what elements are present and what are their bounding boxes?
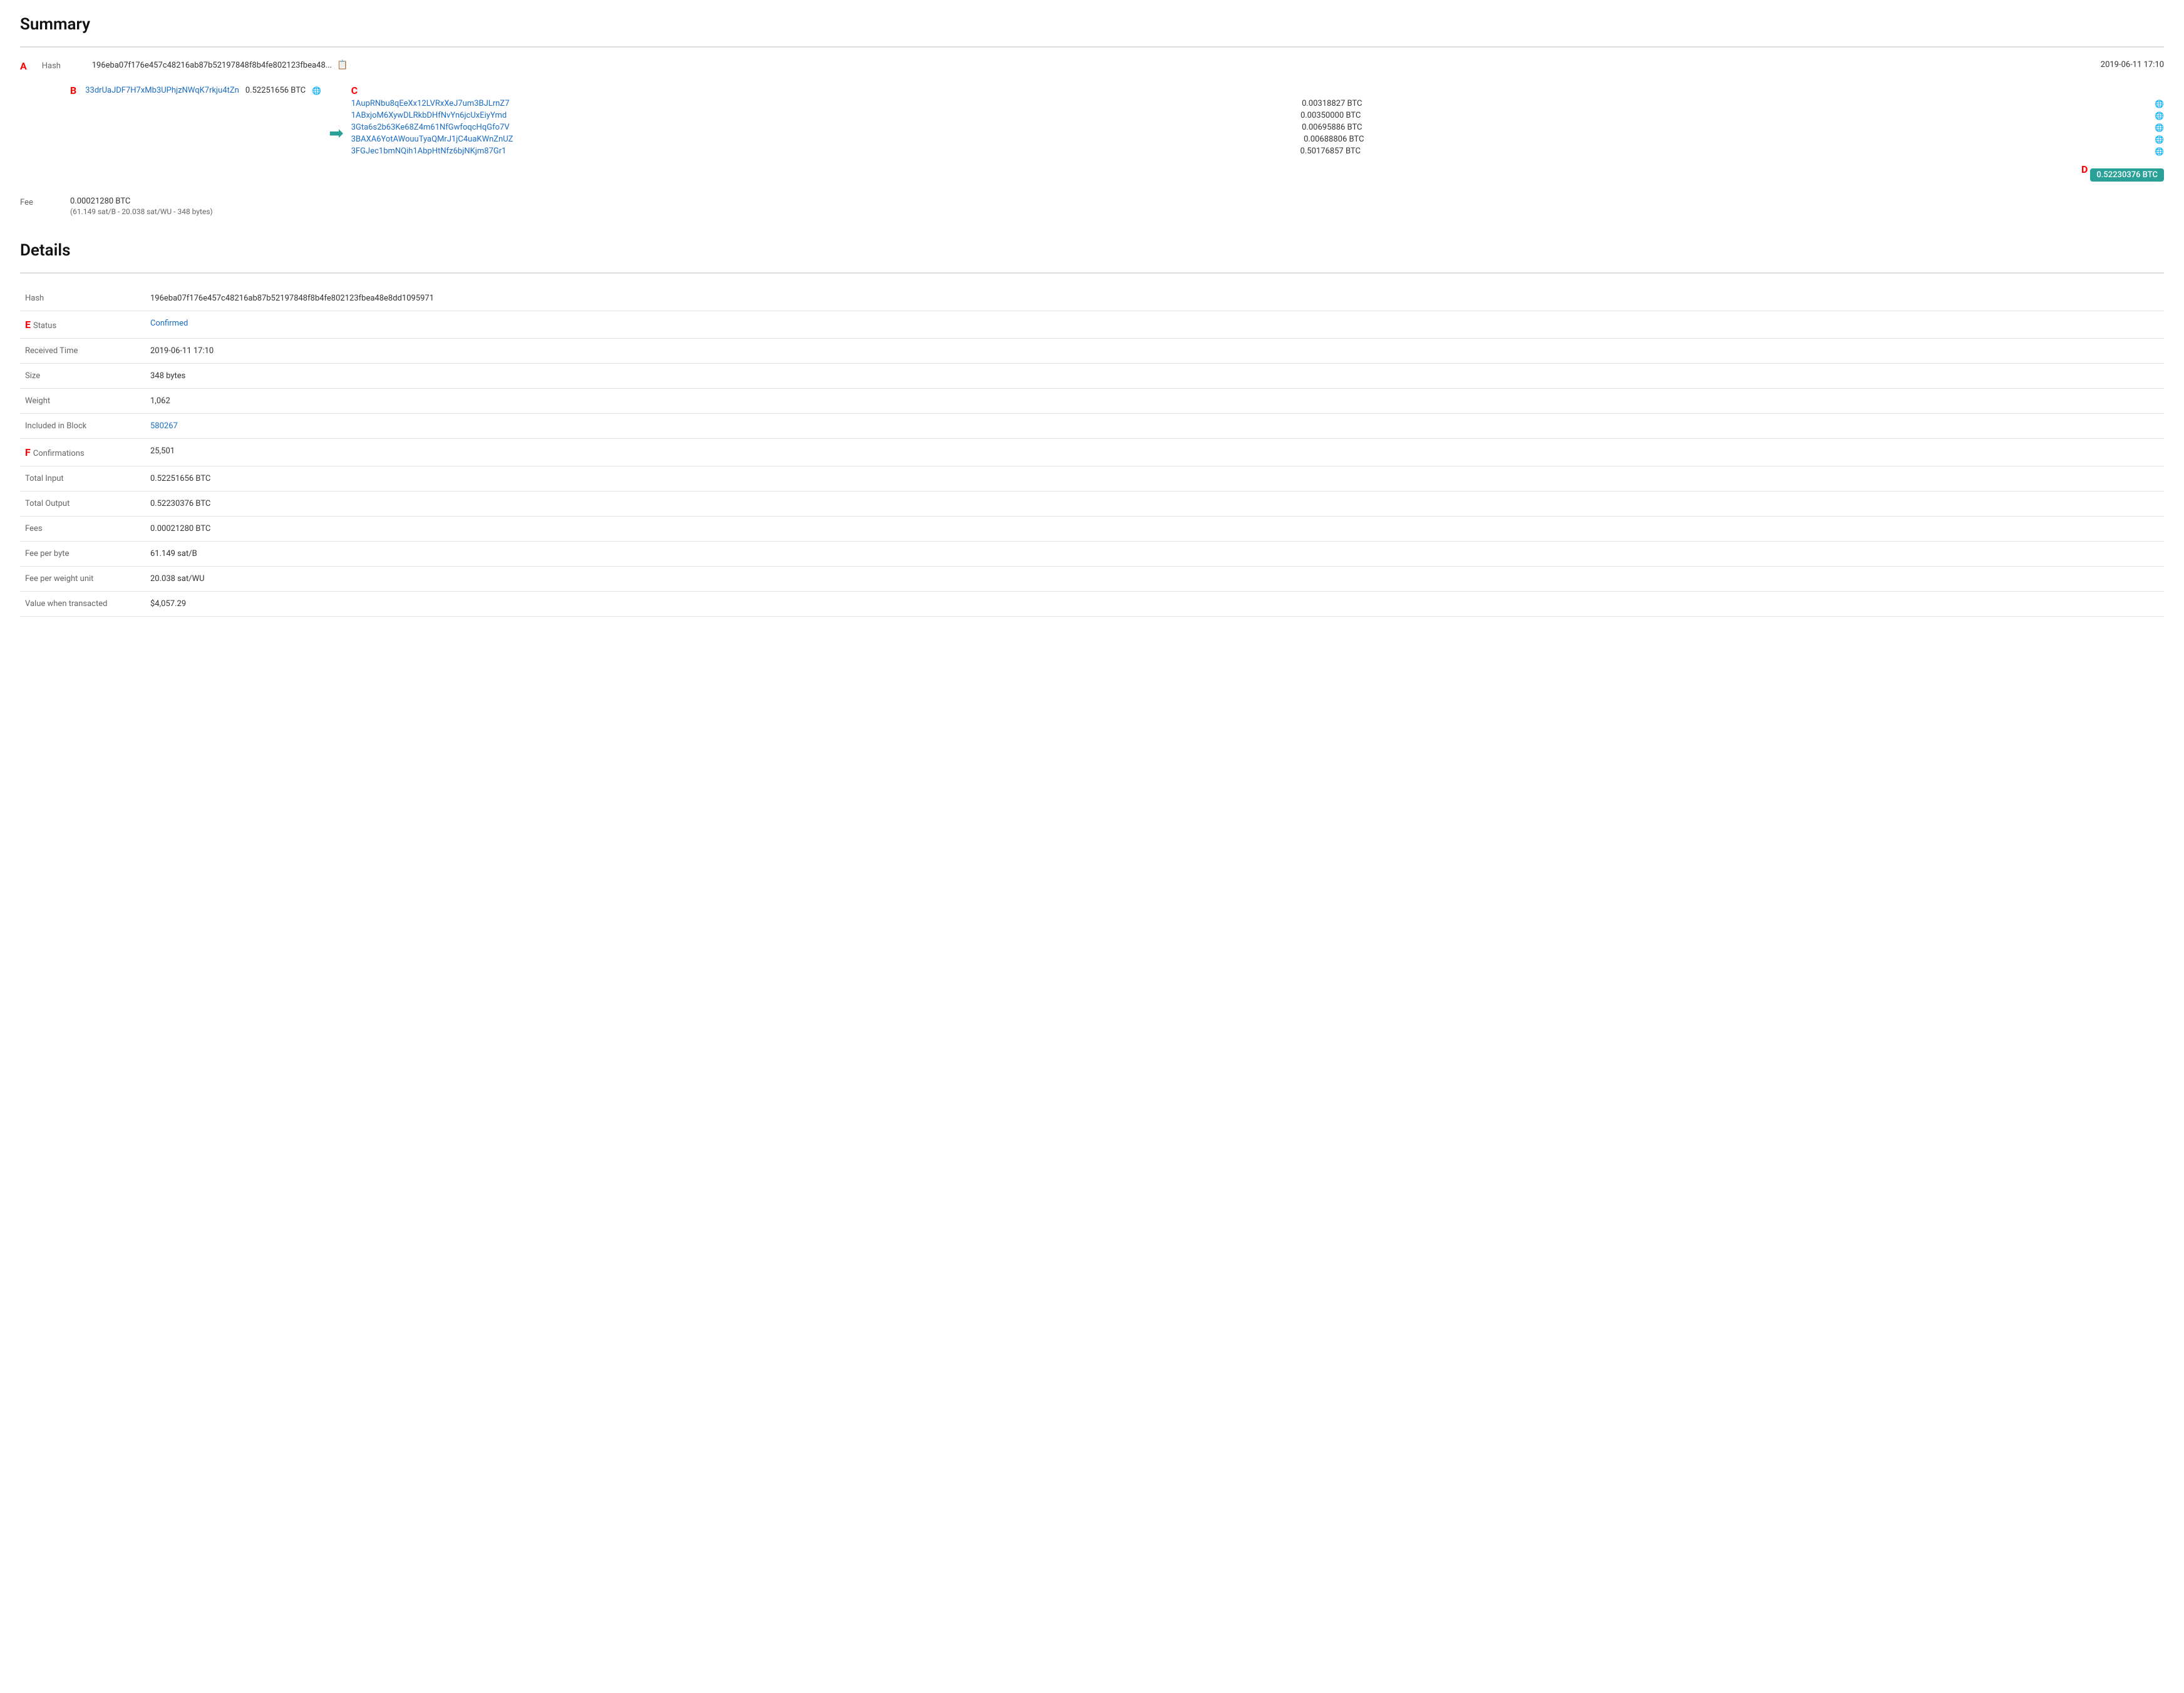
output-address-2[interactable]: 3Gta6s2b63Ke68Z4m61NfGwfoqcHqGfo7V [351,123,510,132]
detail-label-6: FConfirmations [20,439,145,466]
arrow-icon: ➡ [329,125,343,142]
detail-value-8: 0.52230376 BTC [145,491,2164,517]
details-row-7: Total Input0.52251656 BTC [20,466,2164,491]
output-row-3: 3BAXA6YotAWouuTyaQMrJ1jC4uaKWnZnUZ 0.006… [351,135,2164,144]
details-divider [20,272,2164,274]
details-row-9: Fees0.00021280 BTC [20,517,2164,542]
details-row-11: Fee per weight unit20.038 sat/WU [20,567,2164,592]
hash-row: A Hash 196eba07f176e457c48216ab87b521978… [20,60,2164,72]
fee-label: Fee [20,197,58,207]
fee-main: 0.00021280 BTC [70,197,213,206]
label-c: C [351,85,2161,96]
globe-icon-input: 🌐 [312,86,321,95]
fee-row: Fee 0.00021280 BTC (61.149 sat/B - 20.03… [20,197,2164,216]
label-a: A [20,60,27,72]
detail-value-1: Confirmed [145,311,2164,339]
label-b: B [70,85,76,96]
detail-value-9: 0.00021280 BTC [145,517,2164,542]
detail-label-7: Total Input [20,466,145,491]
summary-section: Summary A Hash 196eba07f176e457c48216ab8… [20,15,2164,216]
output-address-0[interactable]: 1AupRNbu8qEeXx12LVRxXeJ7um3BJLrnZ7 [351,99,510,108]
tx-input-row: B 33drUaJDF7H7xMb3UPhjzNWqK7rkju4tZn 0.5… [70,85,321,96]
details-table: Hash196eba07f176e457c48216ab87b52197848f… [20,286,2164,617]
globe-icon-0: 🌐 [2155,100,2164,108]
detail-label-2: Received Time [20,339,145,364]
output-row-1: 1ABxjoM6XywDLRkbDHfNvYn6jcUxEiyYmd 0.003… [351,111,2164,120]
detail-label-11: Fee per weight unit [20,567,145,592]
input-address-link[interactable]: 33drUaJDF7H7xMb3UPhjzNWqK7rkju4tZn [85,86,239,95]
globe-icon-4: 🌐 [2155,147,2164,156]
hash-label: Hash [42,60,80,71]
output-row-0: 1AupRNbu8qEeXx12LVRxXeJ7um3BJLrnZ7 0.003… [351,99,2164,108]
hash-short-text: 196eba07f176e457c48216ab87b52197848f8b4f… [92,61,332,70]
output-address-3[interactable]: 3BAXA6YotAWouuTyaQMrJ1jC4uaKWnZnUZ [351,135,513,144]
detail-value-6: 25,501 [145,439,2164,466]
globe-icon-3: 🌐 [2155,135,2164,144]
tx-inputs: B 33drUaJDF7H7xMb3UPhjzNWqK7rkju4tZn 0.5… [70,85,321,96]
detail-value-12: $4,057.29 [145,592,2164,617]
detail-value-7: 0.52251656 BTC [145,466,2164,491]
label-f: F [25,446,31,458]
detail-label-10: Fee per byte [20,542,145,567]
detail-value-5[interactable]: 580267 [145,414,2164,439]
details-section: Details Hash196eba07f176e457c48216ab87b5… [20,241,2164,617]
detail-value-4: 1,062 [145,389,2164,414]
detail-label-1: EStatus [20,311,145,339]
details-row-8: Total Output0.52230376 BTC [20,491,2164,517]
hash-display: 196eba07f176e457c48216ab87b52197848f8b4f… [92,60,2088,70]
details-row-10: Fee per byte61.149 sat/B [20,542,2164,567]
detail-label-0: Hash [20,286,145,311]
output-address-4[interactable]: 3FGJec1bmNQih1AbpHtNfz6bjNKjm87Gr1 [351,147,507,156]
detail-value-11: 20.038 sat/WU [145,567,2164,592]
summary-divider [20,46,2164,48]
output-row-2: 3Gta6s2b63Ke68Z4m61NfGwfoqcHqGfo7V 0.006… [351,123,2164,132]
detail-label-4: Weight [20,389,145,414]
details-row-5: Included in Block 580267 [20,414,2164,439]
tx-flow: B 33drUaJDF7H7xMb3UPhjzNWqK7rkju4tZn 0.5… [70,85,2164,182]
detail-value-2: 2019-06-11 17:10 [145,339,2164,364]
detail-label-5: Included in Block [20,414,145,439]
detail-value-0: 196eba07f176e457c48216ab87b52197848f8b4f… [145,286,2164,311]
details-row-2: Received Time2019-06-11 17:10 [20,339,2164,364]
detail-label-3: Size [20,364,145,389]
details-title: Details [20,241,2164,260]
input-amount: 0.52251656 BTC [245,86,306,95]
label-e: E [25,319,31,331]
details-row-4: Weight1,062 [20,389,2164,414]
output-address-1[interactable]: 1ABxjoM6XywDLRkbDHfNvYn6jcUxEiyYmd [351,111,507,120]
detail-value-10: 61.149 sat/B [145,542,2164,567]
output-amount-1: 0.00350000 BTC [1301,111,1361,120]
output-amount-2: 0.00695886 BTC [1302,123,1362,132]
fee-sub: (61.149 sat/B - 20.038 sat/WU - 348 byte… [70,207,213,216]
details-row-3: Size348 bytes [20,364,2164,389]
details-row-12: Value when transacted$4,057.29 [20,592,2164,617]
details-row-1: EStatusConfirmed [20,311,2164,339]
output-amount-3: 0.00688806 BTC [1304,135,1364,144]
details-row-6: FConfirmations25,501 [20,439,2164,466]
timestamp: 2019-06-11 17:10 [2101,60,2164,69]
output-amount-0: 0.00318827 BTC [1302,99,1362,108]
summary-title: Summary [20,15,2164,34]
detail-value-3: 348 bytes [145,364,2164,389]
details-row-0: Hash196eba07f176e457c48216ab87b52197848f… [20,286,2164,311]
label-d: D [2081,163,2088,182]
fee-details: 0.00021280 BTC (61.149 sat/B - 20.038 sa… [70,197,213,216]
block-link[interactable]: 580267 [150,421,178,431]
detail-label-12: Value when transacted [20,592,145,617]
globe-icon-2: 🌐 [2155,123,2164,132]
copy-icon[interactable]: 📋 [337,60,348,70]
detail-label-9: Fees [20,517,145,542]
tx-outputs: C 1AupRNbu8qEeXx12LVRxXeJ7um3BJLrnZ7 0.0… [351,85,2164,182]
globe-icon-1: 🌐 [2155,111,2164,120]
output-amount-4: 0.50176857 BTC [1301,147,1361,156]
total-output-badge: 0.52230376 BTC [2090,168,2164,182]
output-row-4: 3FGJec1bmNQih1AbpHtNfz6bjNKjm87Gr1 0.501… [351,147,2164,156]
detail-label-8: Total Output [20,491,145,517]
